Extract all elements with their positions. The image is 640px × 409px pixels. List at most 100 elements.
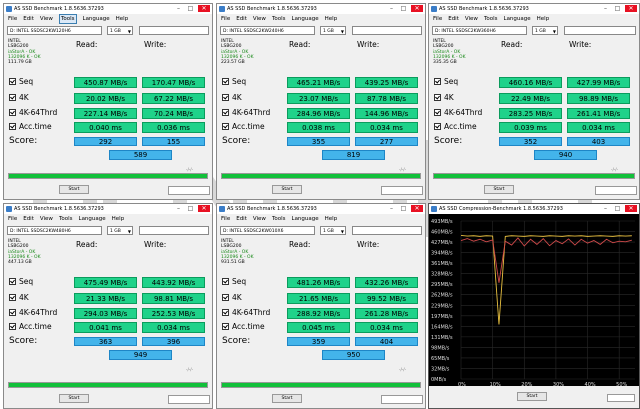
row-checkbox[interactable] bbox=[222, 123, 229, 130]
menu-language[interactable]: Language bbox=[292, 214, 319, 224]
close-icon[interactable]: ✕ bbox=[625, 205, 637, 212]
size-select[interactable]: 1 GB ▼ bbox=[107, 226, 133, 235]
menu-view[interactable]: View bbox=[253, 14, 266, 24]
drive-select[interactable]: D: INTEL SSDSC2KW480H6 bbox=[7, 226, 102, 235]
progress-bar bbox=[8, 382, 208, 388]
close-icon[interactable]: ✕ bbox=[198, 205, 210, 212]
row-checkbox[interactable] bbox=[9, 323, 16, 330]
menu-help[interactable]: Help bbox=[116, 14, 129, 24]
close-icon[interactable]: ✕ bbox=[411, 5, 423, 12]
row-checkbox[interactable] bbox=[434, 94, 441, 101]
row-checkbox[interactable] bbox=[9, 294, 16, 301]
menu-file[interactable]: File bbox=[8, 214, 17, 224]
start-button[interactable]: Start bbox=[272, 185, 302, 194]
menu-view[interactable]: View bbox=[40, 14, 53, 24]
maximize-icon[interactable]: □ bbox=[186, 205, 195, 212]
row-checkbox[interactable] bbox=[222, 78, 229, 85]
window-titlebar: AS SSD Benchmark 1.8.5636.37293 – □ ✕ bbox=[4, 4, 212, 14]
drive-info: INTEL LSBG200 iaStorA - OK 132096 K - OK 447… bbox=[8, 239, 41, 265]
menu-file[interactable]: File bbox=[221, 214, 230, 224]
row-checkbox[interactable] bbox=[222, 294, 229, 301]
maximize-icon[interactable]: □ bbox=[613, 5, 622, 12]
y-tick-label: 493MB/s bbox=[431, 219, 453, 225]
window-titlebar: AS SSD Benchmark 1.8.5636.37293 – □ ✕ bbox=[217, 204, 425, 214]
menu-file[interactable]: File bbox=[8, 14, 17, 24]
minimize-icon[interactable]: – bbox=[174, 5, 183, 12]
drive-select[interactable]: D: INTEL SSDSC2KW010X6 bbox=[220, 226, 315, 235]
maximize-icon[interactable]: □ bbox=[399, 5, 408, 12]
menu-help[interactable]: Help bbox=[112, 214, 125, 224]
size-select[interactable]: 1 GB ▼ bbox=[532, 26, 558, 35]
compression-chart: 493MB/s 460MB/s 427MB/s 394MB/s 361MB/s 328MB… bbox=[431, 219, 635, 387]
maximize-icon[interactable]: □ bbox=[613, 205, 622, 212]
menu-language[interactable]: Language bbox=[504, 14, 531, 24]
menu-edit[interactable]: Edit bbox=[23, 14, 34, 24]
minimize-icon[interactable]: – bbox=[601, 5, 610, 12]
drive-select[interactable]: D: INTEL SSDSC2KW240H6 bbox=[220, 26, 315, 35]
row-k4: 4K bbox=[434, 93, 494, 102]
menu-file[interactable]: File bbox=[433, 14, 442, 24]
size-select[interactable]: 1 GB ▼ bbox=[107, 26, 133, 35]
start-button[interactable]: Start bbox=[59, 394, 89, 403]
row-checkbox[interactable] bbox=[222, 309, 229, 316]
benchmark-window: AS SSD Benchmark 1.8.5636.37293 – □ ✕ Fi… bbox=[3, 203, 213, 409]
menu-tools[interactable]: Tools bbox=[272, 14, 286, 24]
row-checkbox[interactable] bbox=[434, 78, 441, 85]
menu-language[interactable]: Language bbox=[292, 14, 319, 24]
status-field bbox=[139, 26, 209, 35]
read-k64-value: 283.25 MB/s bbox=[499, 108, 562, 119]
row-checkbox[interactable] bbox=[9, 109, 16, 116]
row-checkbox[interactable] bbox=[9, 94, 16, 101]
size-select[interactable]: 1 GB ▼ bbox=[320, 26, 346, 35]
row-checkbox[interactable] bbox=[9, 123, 16, 130]
menu-tools[interactable]: Tools bbox=[484, 14, 498, 24]
menu-language[interactable]: Language bbox=[79, 214, 106, 224]
menu-view[interactable]: View bbox=[40, 214, 53, 224]
menu-view[interactable]: View bbox=[253, 214, 266, 224]
row-checkbox[interactable] bbox=[222, 94, 229, 101]
menu-help[interactable]: Help bbox=[325, 14, 338, 24]
close-icon[interactable]: ✕ bbox=[625, 5, 637, 12]
menu-edit[interactable]: Edit bbox=[236, 14, 247, 24]
start-button[interactable]: Start bbox=[484, 185, 514, 194]
row-checkbox[interactable] bbox=[9, 309, 16, 316]
row-checkbox[interactable] bbox=[222, 278, 229, 285]
menu-view[interactable]: View bbox=[465, 14, 478, 24]
row-label: 4K-64Thrd bbox=[232, 308, 271, 317]
menu-edit[interactable]: Edit bbox=[448, 14, 459, 24]
menu-help[interactable]: Help bbox=[537, 14, 550, 24]
row-checkbox[interactable] bbox=[434, 123, 441, 130]
menu-tools[interactable]: Tools bbox=[59, 214, 73, 224]
minimize-icon[interactable]: – bbox=[387, 5, 396, 12]
size-select[interactable]: 1 GB ▼ bbox=[320, 226, 346, 235]
y-tick-label: 427MB/s bbox=[431, 240, 453, 246]
minimize-icon[interactable]: – bbox=[601, 205, 610, 212]
menu-tools[interactable]: Tools bbox=[272, 214, 286, 224]
row-checkbox[interactable] bbox=[222, 323, 229, 330]
compression-start-button[interactable]: Start bbox=[517, 392, 547, 401]
row-checkbox[interactable] bbox=[434, 109, 441, 116]
row-checkbox[interactable] bbox=[9, 278, 16, 285]
menu-help[interactable]: Help bbox=[325, 214, 338, 224]
status-text: -/-/- bbox=[611, 167, 619, 172]
menu-edit[interactable]: Edit bbox=[23, 214, 34, 224]
menu-language[interactable]: Language bbox=[83, 14, 110, 24]
menu-file[interactable]: File bbox=[221, 14, 230, 24]
close-icon[interactable]: ✕ bbox=[411, 205, 423, 212]
drive-select[interactable]: D: INTEL SSDSC2KW120H6 bbox=[7, 26, 102, 35]
row-label: 4K bbox=[232, 293, 242, 302]
row-checkbox[interactable] bbox=[9, 78, 16, 85]
row-checkbox[interactable] bbox=[222, 109, 229, 116]
minimize-icon[interactable]: – bbox=[174, 205, 183, 212]
start-button[interactable]: Start bbox=[59, 185, 89, 194]
drive-select[interactable]: D: INTEL SSDSC2KW360H6 bbox=[432, 26, 527, 35]
y-tick-label: 32MB/s bbox=[431, 366, 450, 372]
close-icon[interactable]: ✕ bbox=[198, 5, 210, 12]
minimize-icon[interactable]: – bbox=[387, 205, 396, 212]
menu-tools[interactable]: Tools bbox=[58, 14, 77, 24]
menu-edit[interactable]: Edit bbox=[236, 214, 247, 224]
maximize-icon[interactable]: □ bbox=[399, 205, 408, 212]
maximize-icon[interactable]: □ bbox=[186, 5, 195, 12]
read-header: Read: bbox=[289, 240, 311, 249]
start-button[interactable]: Start bbox=[272, 394, 302, 403]
